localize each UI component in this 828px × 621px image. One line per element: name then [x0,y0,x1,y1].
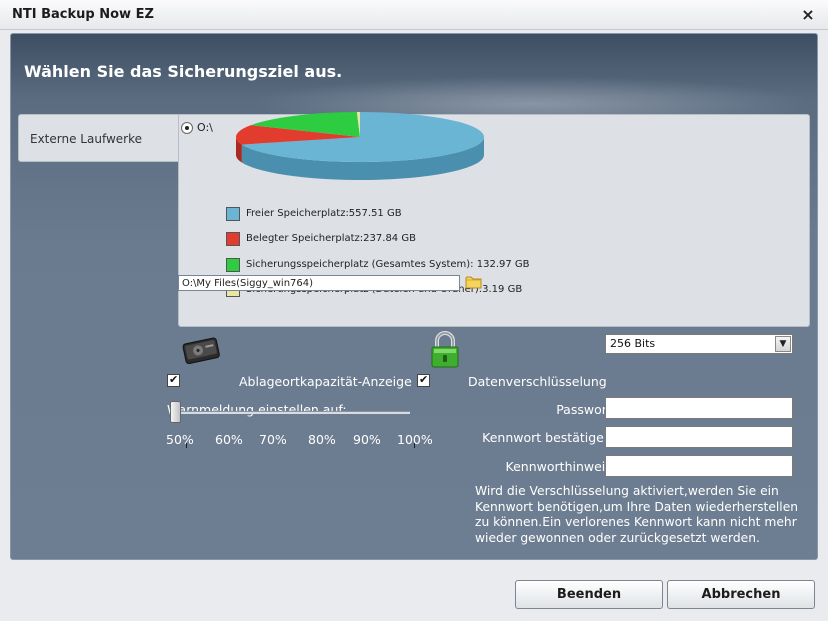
warning-label: Warnmeldung einstellen auf: [167,402,347,417]
slider-label-60: 60% [215,432,243,447]
tab-external-drives-label: Externe Laufwerke [30,132,142,146]
slider-label-80: 80% [308,432,336,447]
cancel-button[interactable]: Abbrechen [667,580,815,609]
hard-drive-icon [182,337,220,365]
lock-icon [431,331,459,368]
confirm-password-input[interactable] [605,426,793,448]
window-title: NTI Backup Now EZ [12,7,154,22]
warning-slider-thumb[interactable] [170,401,181,423]
folder-icon[interactable] [465,274,483,290]
capacity-checkbox-label: Ablageortkapazität-Anzeige [239,374,412,389]
drive-usage-pie-chart [236,112,484,180]
password-hint-label: Kennworthinweis: [505,459,616,474]
close-button[interactable]: × [798,5,818,25]
confirm-password-label: Kennwort bestätigen: [482,430,616,445]
close-icon: × [801,5,815,24]
capacity-checkbox[interactable] [167,373,180,387]
slider-label-90: 90% [353,432,381,447]
slider-label-50: 50% [166,432,194,447]
finish-button[interactable]: Beenden [515,580,663,609]
destination-path-input[interactable] [178,275,460,291]
legend-free-swatch [226,207,240,221]
encryption-note: Wird die Verschlüsselung aktiviert,werde… [475,484,799,545]
encryption-checkbox[interactable] [417,373,430,387]
legend-backup-system-swatch [226,258,240,272]
tab-external-drives[interactable]: Externe Laufwerke [18,114,190,162]
encryption-strength-value: 256 Bits [610,337,656,350]
legend-free-label: Freier Speicherplatz:557.51 GB [246,208,402,219]
legend-backup-system-label: Sicherungsspeicherplatz (Gesamtes System… [246,259,530,270]
warning-slider-track[interactable] [174,411,410,414]
encryption-strength-select[interactable]: 256 Bits ▼ [605,334,793,354]
drive-radio[interactable] [181,122,193,134]
chevron-down-icon[interactable]: ▼ [775,336,791,352]
legend-used-label: Belegter Speicherplatz:237.84 GB [246,233,416,244]
encryption-checkbox-label: Datenverschlüsselung [468,374,607,389]
slider-label-70: 70% [259,432,287,447]
page-title: Wählen Sie das Sicherungsziel aus. [24,62,343,81]
legend-used-swatch [226,232,240,246]
drive-radio-label: O:\ [197,121,213,134]
title-bar: NTI Backup Now EZ × [0,0,828,30]
password-hint-input[interactable] [605,455,793,477]
password-input[interactable] [605,397,793,419]
slider-label-100: 100% [397,432,433,447]
